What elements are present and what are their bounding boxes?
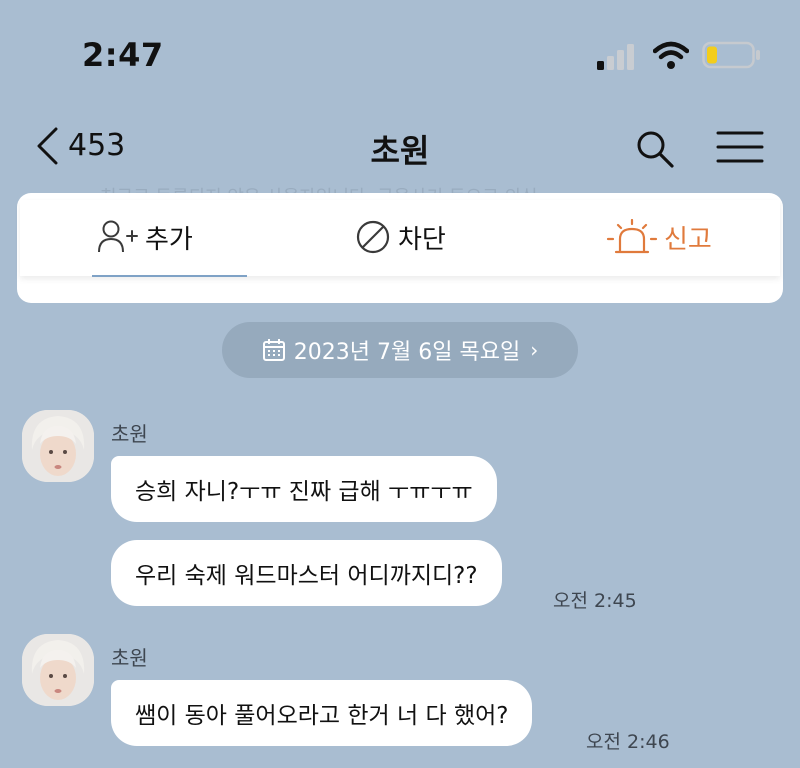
message-time: 오전 2:45: [553, 590, 637, 612]
signal-icon: [597, 44, 634, 70]
block-icon: [356, 220, 390, 254]
siren-icon: [606, 219, 658, 254]
search-icon[interactable]: [634, 128, 676, 170]
wifi-icon: [653, 41, 689, 69]
block-button[interactable]: 차단: [354, 212, 446, 262]
block-label: 차단: [398, 224, 446, 255]
avatar[interactable]: [22, 410, 94, 482]
report-button[interactable]: 신고: [606, 212, 712, 262]
date-chevron: ›: [530, 338, 539, 362]
avatar[interactable]: [22, 634, 94, 706]
menu-icon[interactable]: [716, 128, 764, 168]
avatar-image: [22, 634, 94, 706]
chat-title: 초원: [370, 132, 430, 170]
add-friend-button[interactable]: 추가: [97, 212, 193, 262]
add-friend-label: 추가: [145, 224, 193, 255]
date-label: 2023년 7월 6일 목요일: [293, 340, 521, 365]
date-divider[interactable]: 2023년 7월 6일 목요일 ›: [222, 322, 578, 378]
sender-name: 초원: [111, 422, 148, 446]
add-friend-icon: [98, 220, 138, 253]
calendar-icon: [262, 339, 285, 361]
message-time: 오전 2:46: [586, 731, 670, 753]
avatar-image: [22, 410, 94, 482]
report-label: 신고: [664, 224, 712, 255]
battery-icon: [702, 41, 760, 69]
message-bubble[interactable]: 승희 자니?ㅜㅠ 진짜 급해 ㅜㅠㅜㅠ: [111, 456, 497, 522]
add-underline: [92, 275, 247, 277]
sender-name: 초원: [111, 646, 148, 670]
message-bubble[interactable]: 쌤이 동아 풀어오라고 한거 너 다 했어?: [111, 680, 533, 746]
message-bubble[interactable]: 우리 숙제 워드마스터 어디까지디??: [111, 540, 502, 606]
status-time: 2:47: [82, 36, 164, 74]
